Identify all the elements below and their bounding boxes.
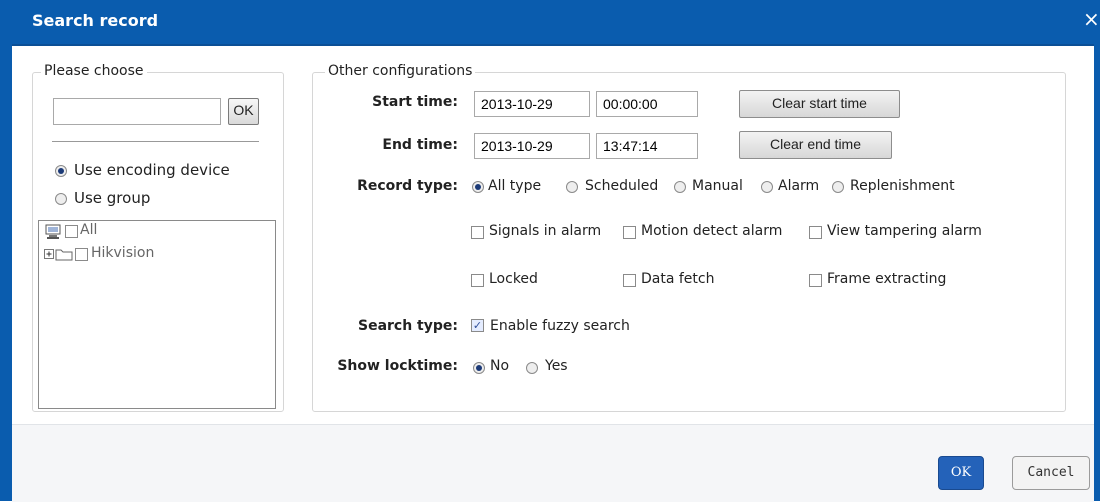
divider (52, 141, 259, 142)
tree-hikvision-checkbox[interactable] (75, 248, 88, 261)
show-locktime-no-label: No (490, 358, 510, 374)
show-locktime-yes-radio[interactable] (526, 362, 538, 374)
record-type-label: Record type: (357, 178, 458, 194)
frame-extracting-label: Frame extracting (827, 271, 947, 287)
clear-end-time-button[interactable]: Clear end time (739, 131, 892, 159)
signals-in-alarm-checkbox[interactable] (471, 226, 484, 239)
end-date-input[interactable] (474, 133, 590, 159)
record-type-manual-radio[interactable] (674, 181, 686, 193)
start-time-label: Start time: (372, 94, 458, 110)
end-time-input[interactable] (596, 133, 698, 159)
ok-button[interactable]: OK (938, 456, 984, 490)
record-type-alarm-label: Alarm (778, 178, 820, 194)
device-search-input[interactable] (53, 98, 221, 125)
record-type-manual-label: Manual (692, 178, 743, 194)
frame-extracting-checkbox[interactable] (809, 274, 822, 287)
device-tree: All Hikvision (38, 220, 276, 409)
record-type-scheduled-radio[interactable] (566, 181, 578, 193)
cancel-button[interactable]: Cancel (1012, 456, 1090, 490)
device-search-ok-button[interactable]: OK (228, 98, 259, 125)
show-locktime-label: Show locktime: (337, 358, 458, 374)
record-type-all-label: All type (488, 178, 542, 194)
other-configurations-legend: Other configurations (325, 63, 476, 79)
signals-in-alarm-label: Signals in alarm (489, 223, 602, 239)
data-fetch-checkbox[interactable] (623, 274, 636, 287)
locked-checkbox[interactable] (471, 274, 484, 287)
locked-label: Locked (489, 271, 538, 287)
record-type-replenishment-radio[interactable] (832, 181, 844, 193)
dialog-titlebar: Search record × (0, 0, 1100, 46)
search-record-dialog: Search record × Please choose OK Use enc… (0, 0, 1100, 502)
enable-fuzzy-search-label: Enable fuzzy search (490, 318, 630, 334)
record-type-all-radio[interactable] (472, 181, 484, 193)
data-fetch-label: Data fetch (641, 271, 715, 287)
dialog-footer (12, 424, 1094, 502)
show-locktime-no-radio[interactable] (473, 362, 485, 374)
use-encoding-device-radio[interactable] (55, 165, 67, 177)
tree-all-label[interactable]: All (80, 222, 97, 238)
tree-all-checkbox[interactable] (65, 225, 78, 238)
search-type-label: Search type: (357, 318, 458, 334)
record-type-scheduled-label: Scheduled (585, 178, 659, 194)
start-date-input[interactable] (474, 91, 590, 117)
dialog-title: Search record (32, 11, 159, 30)
please-choose-legend: Please choose (41, 63, 147, 79)
record-type-alarm-radio[interactable] (761, 181, 773, 193)
motion-detect-alarm-label: Motion detect alarm (641, 223, 783, 239)
use-group-radio[interactable] (55, 193, 67, 205)
view-tampering-alarm-checkbox[interactable] (809, 226, 822, 239)
enable-fuzzy-search-checkbox[interactable]: ✓ (471, 319, 484, 332)
use-group-label: Use group (74, 189, 151, 207)
expand-icon[interactable] (44, 249, 55, 260)
end-time-label: End time: (382, 137, 458, 153)
start-time-input[interactable] (596, 91, 698, 117)
motion-detect-alarm-checkbox[interactable] (623, 226, 636, 239)
folder-icon (55, 249, 73, 261)
view-tampering-alarm-label: View tampering alarm (827, 223, 982, 239)
computer-icon (45, 224, 61, 239)
tree-hikvision-label[interactable]: Hikvision (91, 245, 154, 261)
close-icon[interactable]: × (1083, 9, 1100, 29)
use-encoding-device-label: Use encoding device (74, 161, 230, 179)
show-locktime-yes-label: Yes (545, 358, 568, 374)
record-type-replenishment-label: Replenishment (850, 178, 955, 194)
clear-start-time-button[interactable]: Clear start time (739, 90, 900, 118)
dialog-right-border (1094, 44, 1100, 501)
dialog-left-border (0, 44, 12, 501)
